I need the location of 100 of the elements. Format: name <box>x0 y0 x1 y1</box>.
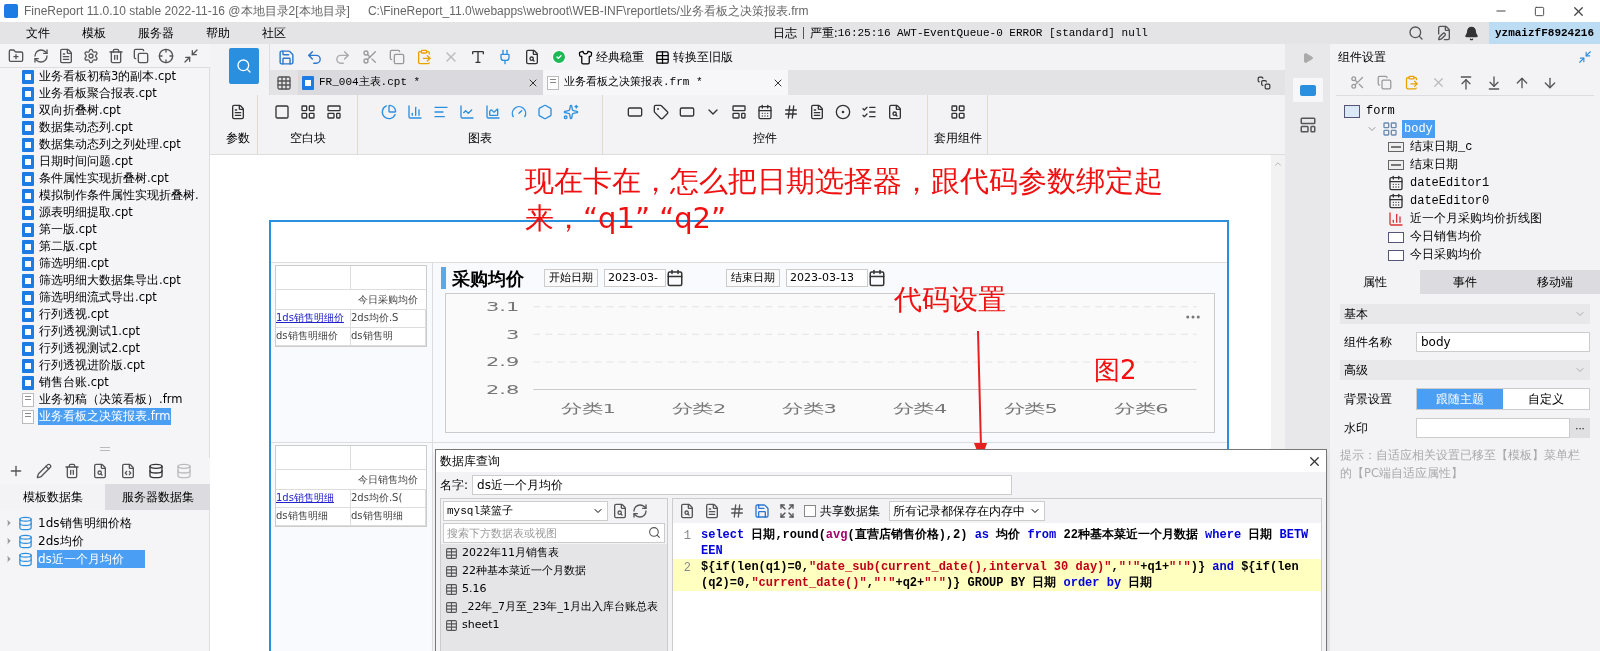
template-icon[interactable] <box>949 104 966 120</box>
refresh-icon[interactable] <box>33 47 49 64</box>
toolbar-button[interactable]: 转换至旧版 <box>655 48 733 66</box>
cut-icon[interactable] <box>1350 75 1365 90</box>
panel-icon[interactable] <box>731 104 747 120</box>
tree-item[interactable]: 今日销售均价 <box>1408 228 1484 246</box>
layout-icon[interactable] <box>299 104 316 120</box>
section-header[interactable]: 高级 <box>1340 360 1590 380</box>
checkbox[interactable] <box>804 505 816 517</box>
file-item[interactable]: 行列透视测试1.cpt <box>38 322 142 341</box>
file-item[interactable]: 行列透视测试2.cpt <box>38 339 142 358</box>
gauge-icon[interactable] <box>511 104 527 120</box>
preview-icon[interactable] <box>524 49 540 65</box>
new-folder-icon[interactable] <box>8 47 24 64</box>
locate-icon[interactable] <box>158 47 174 64</box>
undo-icon[interactable] <box>306 48 323 66</box>
radar-chart-icon[interactable] <box>537 104 553 120</box>
add-icon[interactable] <box>8 463 24 479</box>
table-item[interactable]: sheet1 <box>462 616 500 634</box>
file-item[interactable]: 行列透视进阶版.cpt <box>38 356 146 375</box>
new-report-icon[interactable] <box>276 74 292 91</box>
bar-chart-icon[interactable] <box>407 104 423 120</box>
block-icon[interactable] <box>273 104 290 120</box>
table-item[interactable]: 22种基本菜近一个月数据 <box>462 562 586 580</box>
collapse-icon[interactable] <box>183 47 199 64</box>
dataset-item[interactable]: 1ds销售明细价格 <box>37 514 145 532</box>
log-label[interactable]: 日志 <box>772 24 797 42</box>
label-icon[interactable] <box>653 104 669 120</box>
tree-item[interactable]: 近一个月采购均价折线图 <box>1408 210 1544 228</box>
fullscreen-icon[interactable] <box>779 503 795 519</box>
document-icon[interactable] <box>704 503 720 519</box>
number-icon[interactable] <box>783 104 799 120</box>
name-field[interactable]: body <box>1416 332 1590 352</box>
table-item[interactable]: 2022年11月销售表 <box>462 544 559 562</box>
preview-icon[interactable] <box>92 463 108 479</box>
calendar-icon[interactable] <box>757 104 773 120</box>
menu-item[interactable]: 社区 <box>260 24 288 42</box>
tree-item[interactable]: 结束日期_c <box>1408 138 1475 156</box>
search-field[interactable]: 搜索下方数据表或视图 <box>443 523 665 543</box>
file-item[interactable]: 筛选明细流式导出.cpt <box>38 288 158 307</box>
connection-dropdown[interactable]: mysql菜篮子 <box>443 501 608 521</box>
save-icon[interactable] <box>754 503 770 519</box>
toolbar-button[interactable]: 经典稳重 <box>578 48 644 66</box>
file-item[interactable]: 日期时间问题.cpt <box>38 152 134 171</box>
database-icon[interactable] <box>148 463 164 479</box>
pie-chart-icon[interactable] <box>381 104 397 120</box>
file-item[interactable]: 销售台账.cpt <box>38 373 110 392</box>
user-name[interactable]: yzmaizfF8924216 <box>1488 22 1600 44</box>
browse-button[interactable]: ··· <box>1570 418 1590 438</box>
move-bottom-icon[interactable] <box>1486 74 1502 91</box>
tree-item[interactable]: 结束日期 <box>1408 156 1460 174</box>
tree-item[interactable]: dateEditor1 <box>1408 174 1492 192</box>
file-item[interactable]: 源表明细提取.cpt <box>38 203 134 222</box>
splitter-handle[interactable] <box>99 447 110 451</box>
tab[interactable]: 服务器数据集 <box>105 484 210 510</box>
save-icon[interactable] <box>278 48 295 66</box>
preview-icon[interactable] <box>679 503 695 519</box>
file-item[interactable]: 第二版.cpt <box>38 237 98 256</box>
plug-icon[interactable] <box>497 49 513 65</box>
menu-item[interactable]: 模板 <box>80 24 108 42</box>
collapse-icon[interactable] <box>1578 50 1592 64</box>
file-item[interactable]: 业务看板初稿3的副本.cpt <box>38 68 178 86</box>
table-item[interactable]: _22年_7月至_23年_1月出入库台账总表 <box>462 598 658 616</box>
search-icon[interactable] <box>1407 25 1424 41</box>
calendar-icon[interactable] <box>868 269 886 287</box>
menu-item[interactable]: 文件 <box>24 24 52 42</box>
check-icon[interactable] <box>551 49 567 65</box>
file-item[interactable]: 数据集动态列之列处理.cpt <box>38 135 182 154</box>
file-icon[interactable] <box>58 47 74 64</box>
file-item[interactable]: 模拟制作条件属性实现折叠树. <box>38 186 200 205</box>
name-field[interactable]: ds近一个月均价 <box>472 475 1013 495</box>
component-settings-icon[interactable] <box>1292 78 1323 102</box>
file-item[interactable]: 双向折叠树.cpt <box>38 101 122 120</box>
area-chart-icon[interactable] <box>485 104 501 120</box>
delete-icon[interactable] <box>64 463 80 479</box>
editor-tab[interactable]: FR_004主表.cpt * <box>298 70 543 95</box>
segment-button[interactable]: 自定义 <box>1503 389 1589 409</box>
search-icon[interactable] <box>887 104 903 120</box>
tree-item[interactable]: form <box>1364 102 1397 120</box>
file-item[interactable]: 第一版.cpt <box>38 220 98 239</box>
maximize-icon[interactable] <box>1534 5 1545 17</box>
layout-icon[interactable] <box>1298 116 1317 134</box>
tab[interactable]: 移动端 <box>1510 270 1600 294</box>
tab[interactable]: 事件 <box>1420 270 1510 294</box>
file-item[interactable]: 筛选明细大数据集导出.cpt <box>38 271 182 290</box>
edit-query-icon[interactable] <box>120 463 136 479</box>
button-icon[interactable] <box>679 104 695 120</box>
line-chart-icon[interactable] <box>459 104 475 120</box>
edit-icon[interactable] <box>36 463 52 479</box>
file-item[interactable]: 业务初稿（决策看板）.frm <box>38 390 184 409</box>
file-item[interactable]: 行列透视.cpt <box>38 305 110 324</box>
date-field[interactable]: 2023-03-13 <box>786 268 868 288</box>
checkbox-icon[interactable] <box>861 104 877 120</box>
file-item[interactable]: 条件属性实现折叠树.cpt <box>38 169 170 188</box>
tree-item[interactable]: dateEditor0 <box>1408 192 1492 210</box>
refresh-icon[interactable] <box>632 503 648 519</box>
watermark-field[interactable] <box>1416 418 1570 438</box>
delete-icon[interactable] <box>108 47 124 64</box>
file-item[interactable]: 业务看板聚合报表.cpt <box>38 84 158 103</box>
tree-item[interactable]: 今日采购均价 <box>1408 246 1484 264</box>
